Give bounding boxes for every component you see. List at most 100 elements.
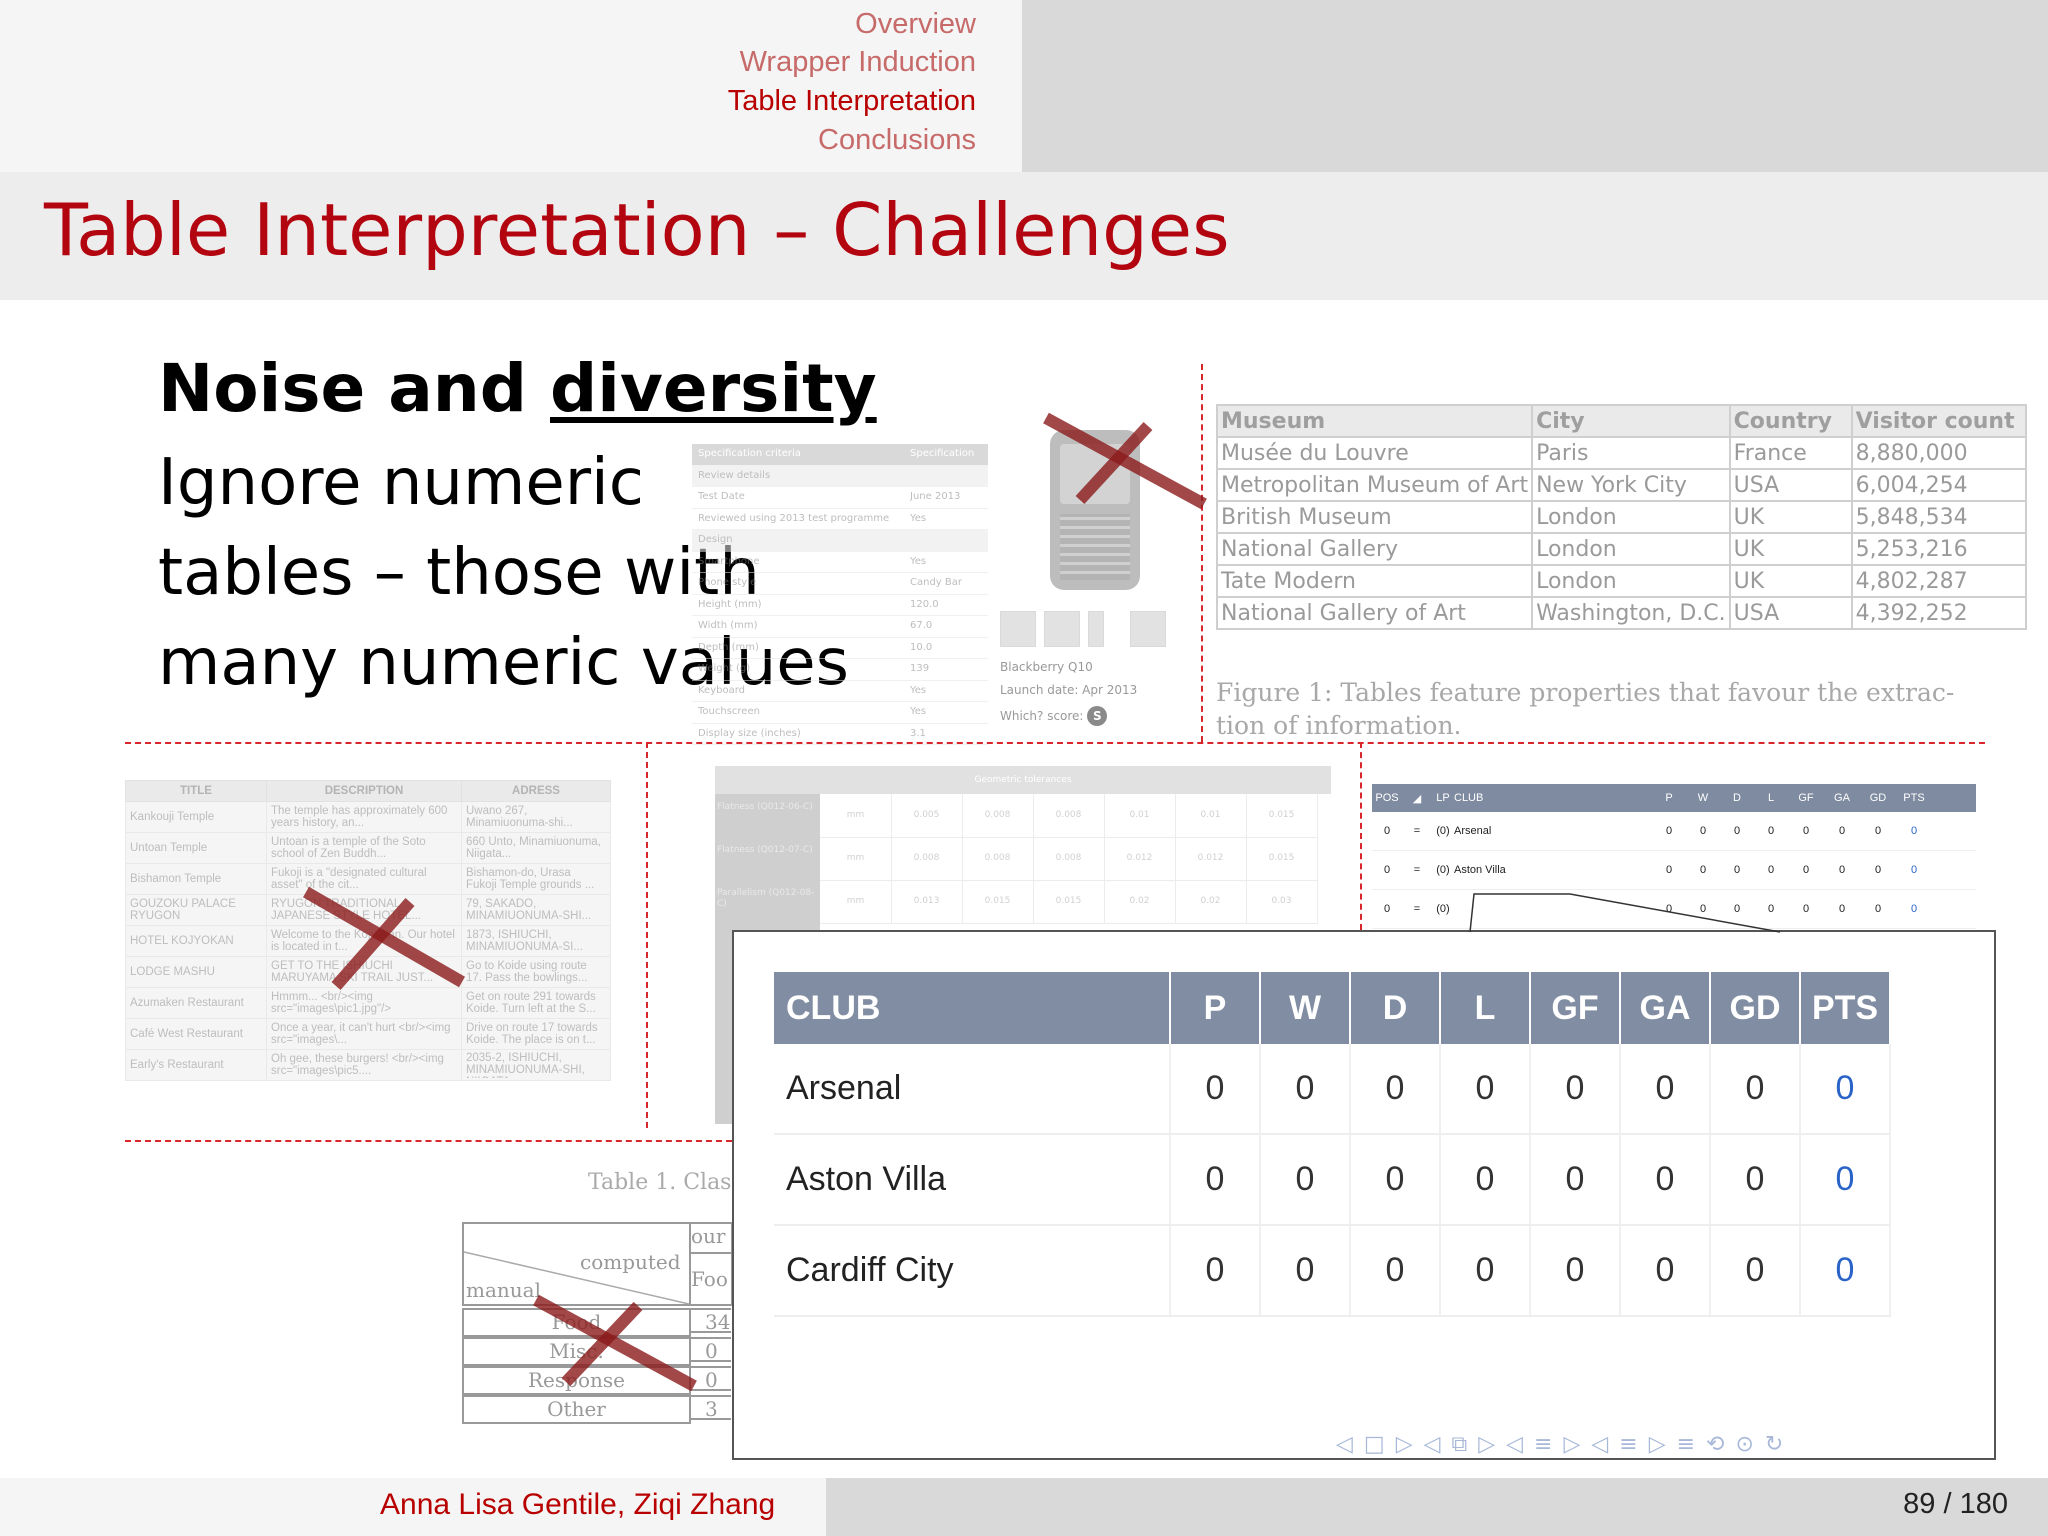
- spec-row: Reviewed using 2013 test programme Yes: [692, 509, 988, 530]
- league-small-header-cell: PTS: [1903, 792, 1925, 804]
- spec-row: Review details: [692, 465, 988, 487]
- spec-row: Weight (g) 139: [692, 659, 988, 681]
- dashed-divider: [125, 1140, 732, 1142]
- museum-cell: UK: [1728, 532, 1853, 566]
- league-small-cell: 0: [1383, 825, 1391, 837]
- spec-row: Keyboard Yes: [692, 681, 988, 702]
- museum-cell: 6,004,254: [1850, 468, 2027, 502]
- slide-title: Table Interpretation – Challenges: [44, 188, 1230, 272]
- museum-cell: National Gallery of Art: [1215, 596, 1534, 630]
- museum-header-cell: Museum: [1215, 404, 1534, 438]
- museum-cell: USA: [1728, 596, 1853, 630]
- nav-item-overview[interactable]: Overview: [855, 8, 976, 41]
- spec-cell: Touchscreen: [698, 706, 760, 717]
- phone-score: Which? score: S: [1000, 706, 1108, 726]
- temples-cell: HOTEL KOJYOKAN: [125, 925, 267, 957]
- league-table-zoomed: CLUB P W D L GF GA GD PTS Arsenal 0 0 0 0 0 0 0 0 Aston V…: [774, 972, 1891, 1317]
- temples-cell: Kankouji Temple: [125, 801, 267, 833]
- temples-cell: Once a year, it can't hurt <br/><img src…: [266, 1018, 462, 1050]
- sort-icon: ◢: [1412, 792, 1422, 805]
- spec-cell: Keyboard: [698, 684, 746, 696]
- tolerance-cell: 0.02: [1104, 880, 1176, 924]
- tolerance-cell: 0.03: [1246, 880, 1318, 924]
- league-small-header-cell: CLUB: [1454, 792, 1484, 804]
- dashed-divider: [646, 742, 648, 1128]
- beamer-navigation-icons[interactable]: ◁ □ ▷ ◁ ⧉ ▷ ◁ ≡ ▷ ◁ ≡ ▷ ≡ ⟲ ⊙ ↻: [1336, 1432, 1785, 1457]
- tolerance-unit: mm: [820, 880, 892, 924]
- museum-cell: 4,802,287: [1850, 564, 2027, 598]
- table-row: Untoan Temple Untoan is a temple of the S…: [125, 832, 611, 864]
- museum-cell: 4,392,252: [1850, 596, 2027, 630]
- figure-caption-line-2: tion of information.: [1216, 711, 1462, 740]
- museum-cell: 5,848,534: [1850, 500, 2027, 534]
- spec-cell: Width (mm): [698, 620, 758, 631]
- nav-item-conclusions[interactable]: Conclusions: [818, 124, 976, 157]
- spec-cell: Depth (mm): [698, 641, 759, 653]
- temples-header-cell: ADRESS: [461, 780, 611, 802]
- dashed-divider: [1360, 742, 1362, 930]
- league-small-header-cell: GA: [1834, 792, 1850, 804]
- phone-score-label: Which? score:: [1000, 709, 1084, 723]
- museum-cell: Musée du Louvre: [1215, 436, 1534, 470]
- col-header-top: our: [691, 1222, 733, 1254]
- tolerance-cell: 0.015: [1033, 880, 1105, 924]
- league-small-cell: 0: [1910, 903, 1918, 915]
- score-icon: S: [1087, 706, 1108, 726]
- museum-cell: London: [1531, 564, 1731, 598]
- tolerance-cell: 0.01: [1175, 794, 1247, 838]
- tolerance-cell: 0.015: [962, 880, 1034, 924]
- figure-caption-line-1: Figure 1: Tables feature properties that…: [1216, 678, 1955, 707]
- tolerance-cell: 0.015: [1246, 794, 1318, 838]
- museum-cell: 8,880,000: [1850, 436, 2027, 470]
- spec-cell: 120.0: [910, 598, 939, 610]
- league-small-cell: 0: [1838, 903, 1846, 915]
- temples-cell: 1873, ISHIUCHI, MINAMIUONUMA-SI...: [461, 925, 611, 957]
- league-small-cell: 0: [1699, 864, 1707, 876]
- league-small-cell: 0: [1838, 825, 1846, 837]
- table-row: National Gallery London UK 5,253,216: [1215, 532, 2027, 566]
- nav-item-table-interpretation[interactable]: Table Interpretation: [728, 85, 976, 118]
- league-small-cell: 0: [1733, 864, 1741, 876]
- spec-cell: Weight (g): [698, 663, 751, 674]
- tolerance-cell: 0.01: [1104, 794, 1176, 838]
- museum-header-cell: Country: [1728, 404, 1853, 438]
- tolerance-cell: 0.008: [891, 837, 963, 881]
- table-row: Early's Restaurant Oh gee, these burgers!…: [125, 1049, 611, 1081]
- museum-cell: USA: [1728, 468, 1853, 502]
- tolerance-row-label: Parallelism (Q012-08-C): [717, 888, 815, 909]
- league-small-cell: 0: [1874, 864, 1882, 876]
- spec-cell: Yes: [910, 684, 927, 696]
- league-small-header-cell: GF: [1798, 792, 1814, 804]
- spec-cell: [910, 530, 988, 551]
- figure-caption: Figure 1: Tables feature properties that…: [1216, 676, 1986, 742]
- museum-table: Museum City Country Visitor count Musée du …: [1215, 404, 2027, 630]
- spec-cell: Reviewed using 2013 test programme: [698, 512, 890, 524]
- museum-cell: Tate Modern: [1215, 564, 1534, 598]
- table-row: Tate Modern London UK 4,802,287: [1215, 564, 2027, 598]
- table-row: Aston Villa 0 0 0 0 0 0 0 0: [774, 1134, 1891, 1226]
- spec-cell: Height (mm): [698, 598, 762, 610]
- table-row: British Museum London UK 5,848,534: [1215, 500, 2027, 534]
- league-small-header-cell: GD: [1869, 792, 1887, 804]
- stat-cell: 0: [1530, 1225, 1621, 1317]
- zoom-header-cell: L: [1440, 972, 1531, 1044]
- club-name: Cardiff City: [774, 1225, 1171, 1317]
- table-row: Arsenal 0 0 0 0 0 0 0 0: [774, 1044, 1891, 1135]
- museum-cell: Washington, D.C.: [1531, 596, 1731, 630]
- nav-item-wrapper-induction[interactable]: Wrapper Induction: [740, 46, 976, 79]
- league-small-cell: (0): [1436, 864, 1450, 876]
- stat-cell: 0: [1710, 1044, 1801, 1135]
- spec-row: Design: [692, 530, 988, 552]
- temples-cell: Azumaken Restaurant: [125, 987, 267, 1019]
- cross-mark-icon: [1043, 412, 1207, 510]
- phone-thumb: [1044, 611, 1080, 647]
- cross-mark-icon: [533, 1294, 697, 1392]
- tolerance-cell: 0.012: [1104, 837, 1176, 881]
- spec-cell: 139: [910, 663, 930, 674]
- zoom-header-cell: PTS: [1800, 972, 1891, 1044]
- spec-header-cell: Specification criteria: [698, 448, 801, 459]
- museum-cell: National Gallery: [1215, 532, 1534, 566]
- league-small-cell: =: [1413, 825, 1421, 837]
- table-row: Azumaken Restaurant Hmmm... <br/><img src…: [125, 987, 611, 1019]
- cross-mark-icon: [303, 886, 465, 990]
